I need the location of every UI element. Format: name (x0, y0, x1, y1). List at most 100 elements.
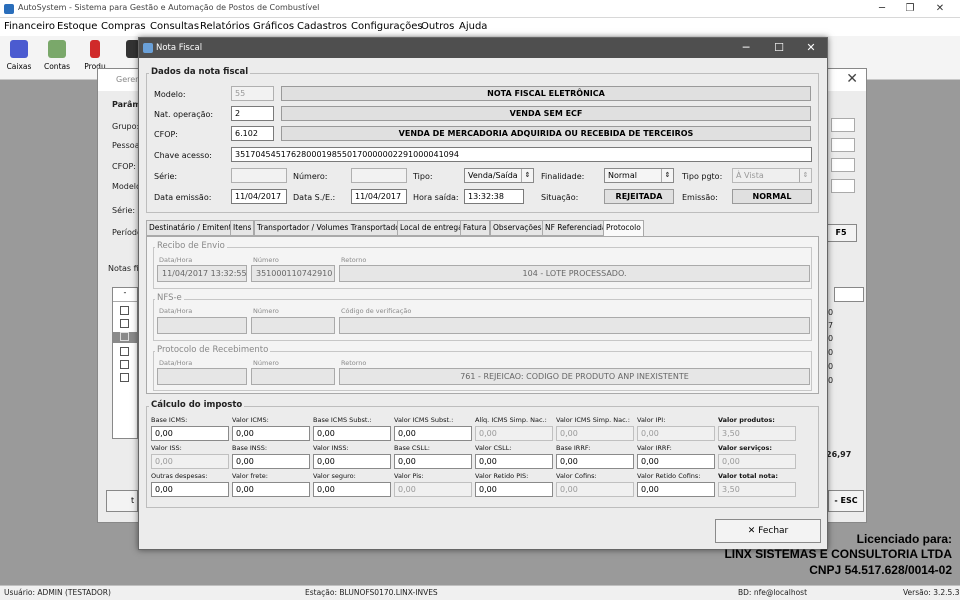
menu-relatorios[interactable]: Relatórios (200, 21, 250, 32)
imposto-field[interactable]: 0,00 (232, 454, 310, 469)
bg-field-2[interactable] (831, 138, 855, 152)
imposto-field[interactable]: 0,00 (556, 454, 634, 469)
background-close-icon[interactable]: ✕ (846, 71, 858, 87)
imposto-label: Valor Retido Cofins: (637, 472, 701, 480)
bg-bottom-button[interactable]: t (106, 490, 138, 512)
bg-f5-button[interactable]: F5 (825, 224, 857, 242)
imposto-field[interactable]: 0,00 (475, 482, 553, 497)
natop-field[interactable]: 2 (231, 106, 274, 121)
tab-itens[interactable]: Itens (230, 220, 255, 236)
imposto-field[interactable]: 0,00 (313, 482, 391, 497)
tab-local-entrega[interactable]: Local de entrega (397, 220, 466, 236)
menu-graficos[interactable]: Gráficos (253, 21, 294, 32)
imposto-field[interactable]: 0,00 (313, 454, 391, 469)
imposto-field[interactable]: 0,00 (151, 454, 229, 469)
natop-description: VENDA SEM ECF (281, 106, 811, 121)
hora-saida-field[interactable]: 13:32:38 (464, 189, 524, 204)
menu-configuracoes[interactable]: Configurações (351, 21, 423, 32)
bg-row-checkbox[interactable] (120, 306, 129, 315)
imposto-label: Valor ICMS: (232, 416, 269, 424)
imposto-field[interactable]: 0,00 (475, 454, 553, 469)
tab-nf-referenciada[interactable]: NF Referenciada (542, 220, 610, 236)
menu-compras[interactable]: Compras (101, 21, 146, 32)
close-icon[interactable]: ✕ (926, 1, 954, 17)
dialog-close-icon[interactable]: ✕ (796, 40, 826, 56)
bg-row-checkbox[interactable] (120, 373, 129, 382)
bg-bottom-button-label: t (131, 496, 135, 505)
imposto-field[interactable]: 0,00 (151, 426, 229, 441)
tipo-pgto-select[interactable]: À Vista ⇕ (732, 168, 812, 183)
tab-destinatario[interactable]: Destinatário / Emitente (146, 220, 240, 236)
menu-financeiro[interactable]: Financeiro (4, 21, 55, 32)
menu-ajuda[interactable]: Ajuda (459, 21, 487, 32)
numero-field[interactable] (351, 168, 407, 183)
imposto-field[interactable]: 0,00 (556, 482, 634, 497)
imposto-label: Valor seguro: (313, 472, 356, 480)
imposto-field[interactable]: 0,00 (394, 454, 472, 469)
status-usuario: Usuário: ADMIN (TESTADOR) (4, 588, 111, 597)
imposto-field[interactable]: 0,00 (394, 482, 472, 497)
prot-numero-label: Número (253, 359, 279, 367)
imposto-field[interactable]: 0,00 (313, 426, 391, 441)
cash-register-icon (10, 40, 28, 58)
emissao-label: Data emissão: (154, 193, 212, 202)
nfse-numero-label: Número (253, 307, 279, 315)
tab-fatura[interactable]: Fatura (460, 220, 490, 236)
imposto-field[interactable]: 0,00 (232, 426, 310, 441)
bg-field-1[interactable] (831, 118, 855, 132)
menu-outros[interactable]: Outros (421, 21, 454, 32)
tab-observacoes[interactable]: Observações (490, 220, 545, 236)
bg-esc-button[interactable]: - ESC (828, 490, 864, 512)
bg-field-3[interactable] (831, 158, 855, 172)
fechar-button[interactable]: ✕ Fechar (715, 519, 821, 543)
imposto-field[interactable]: 0,00 (151, 482, 229, 497)
menu-cadastros[interactable]: Cadastros (297, 21, 347, 32)
bg-field-4[interactable] (831, 179, 855, 193)
tab-protocolo[interactable]: Protocolo (603, 220, 644, 237)
modelo-field[interactable]: 55 (231, 86, 274, 101)
imposto-field[interactable]: 0,00 (637, 426, 715, 441)
minimize-icon[interactable]: ─ (868, 1, 896, 17)
serie-field[interactable] (231, 168, 287, 183)
bg-row-checkbox[interactable] (120, 360, 129, 369)
imposto-field[interactable]: 3,50 (718, 482, 796, 497)
menu-estoque[interactable]: Estoque (57, 21, 97, 32)
bg-row-checkbox[interactable] (120, 347, 129, 356)
recibo-datahora-label: Data/Hora (159, 256, 193, 264)
bg-row-selected[interactable] (113, 332, 137, 343)
toolbar-contas-button[interactable]: Contas (38, 38, 76, 78)
finalidade-value: Normal (608, 171, 637, 180)
finalidade-select[interactable]: Normal ⇕ (604, 168, 674, 183)
chave-acesso-field[interactable]: 3517045451762800019855017000000229100004… (231, 147, 812, 162)
menu-bar: Financeiro Estoque Compras Consultas Rel… (0, 18, 960, 36)
bg-row-checkbox[interactable] (120, 319, 129, 328)
imposto-field[interactable]: 0,00 (637, 454, 715, 469)
imposto-field[interactable]: 0,00 (718, 454, 796, 469)
restore-icon[interactable]: ❐ (896, 1, 924, 17)
tipo-select[interactable]: Venda/Saída ⇕ (464, 168, 534, 183)
toolbar-caixas-button[interactable]: Caixas (0, 38, 38, 78)
menu-consultas[interactable]: Consultas (150, 21, 199, 32)
tab-transportador[interactable]: Transportador / Volumes Transportados (254, 220, 407, 236)
status-estacao: Estação: BLUNOFS0170.LINX-INVES (305, 588, 438, 597)
imposto-field[interactable]: 0,00 (556, 426, 634, 441)
recibo-retorno-label: Retorno (341, 256, 367, 264)
bg-filter-icon[interactable] (834, 287, 864, 302)
imposto-field[interactable]: 3,50 (718, 426, 796, 441)
hora-saida-label: Hora saída: (413, 193, 459, 202)
license-line-2: LINX SISTEMAS E CONSULTORIA LTDA (724, 547, 952, 561)
emissao-field[interactable]: 11/04/2017 (231, 189, 287, 204)
cfop-field[interactable]: 6.102 (231, 126, 274, 141)
data-se-field[interactable]: 11/04/2017 (351, 189, 407, 204)
data-se-label: Data S./E.: (293, 193, 336, 202)
dialog-maximize-icon[interactable]: ☐ (764, 40, 794, 56)
protocolo-panel: Recibo de Envio Data/Hora 11/04/2017 13:… (146, 236, 819, 394)
dialog-minimize-icon[interactable]: ─ (731, 40, 761, 56)
app-title: AutoSystem - Sistema para Gestão e Autom… (18, 3, 320, 12)
imposto-field[interactable]: 0,00 (232, 482, 310, 497)
imposto-field[interactable]: 0,00 (637, 482, 715, 497)
imposto-field[interactable]: 0,00 (475, 426, 553, 441)
spin-icon: ⇕ (521, 169, 533, 182)
imposto-label: Valor total nota: (718, 472, 778, 480)
imposto-field[interactable]: 0,00 (394, 426, 472, 441)
